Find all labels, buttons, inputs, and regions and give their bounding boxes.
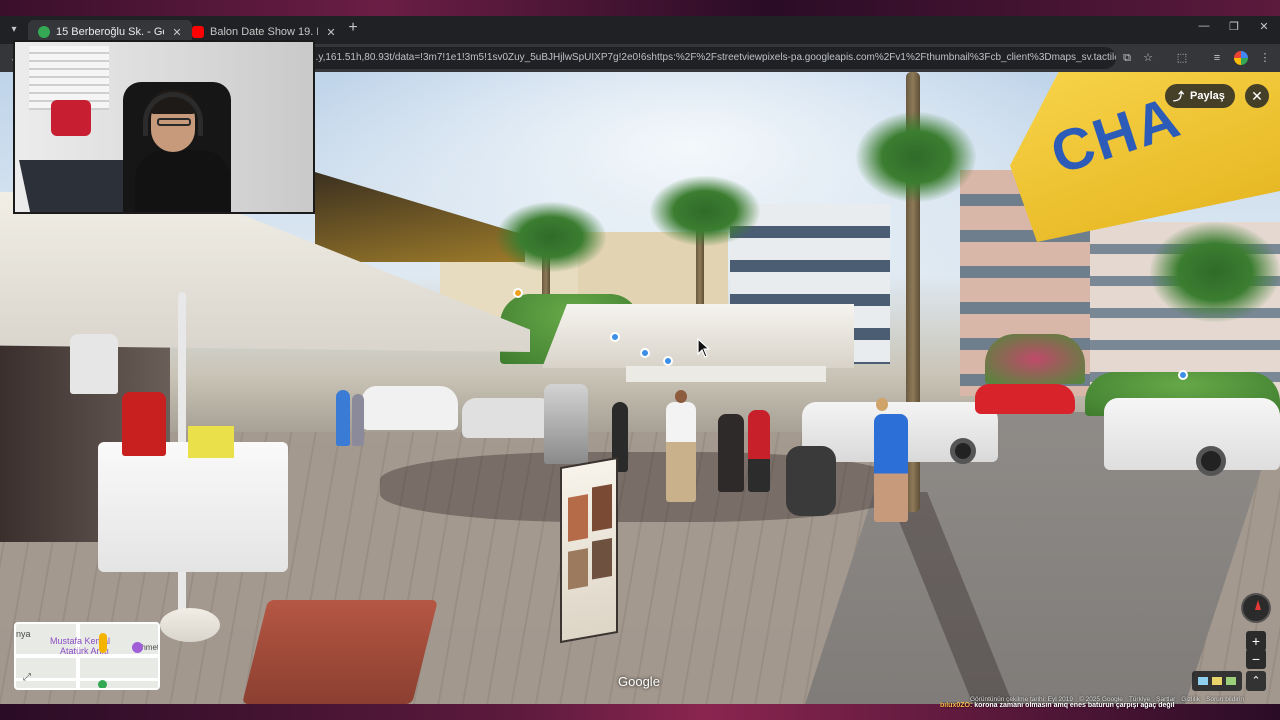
screen: ▾ 15 Berberoğlu Sk. - Google Haritalar ✕… [0,0,1280,720]
microphone [51,100,91,136]
streamer-webcam [13,40,315,214]
person [336,390,350,446]
white-tent [542,304,854,368]
palm-leaves [496,202,606,272]
layer-thumb-icon [1198,677,1208,685]
wheel [950,438,976,464]
share-label: Paylaş [1190,90,1225,102]
tab-search-chevron-icon[interactable]: ▾ [4,20,24,40]
mannequin [70,334,118,394]
install-app-icon[interactable]: ⧉ [1120,51,1134,65]
umbrella-base [160,608,220,642]
chat-message: korona zamanı olmasın amq enes baturun ç… [972,702,1175,709]
tab-close-icon[interactable]: ✕ [324,26,338,39]
stream-chat-ticker: bilux0ZO: korona zamanı olmasın amq enes… [940,702,1280,712]
person [748,410,770,492]
stream-frame-top [0,0,1280,16]
expand-chevron-up-icon[interactable]: ⌃ [1246,671,1266,691]
sign-photo [592,537,612,580]
layer-thumb-icon [1212,677,1222,685]
media-controls-icon[interactable]: ≡ [1210,51,1224,65]
map-layers-button[interactable] [1192,671,1242,691]
white-van [362,386,458,430]
new-tab-plus-icon[interactable]: + [344,19,362,37]
google-maps-favicon-icon [38,26,50,38]
panorama-link-dot[interactable] [610,332,620,342]
red-bench [242,600,438,704]
streamer-body [135,150,231,212]
place-marker-dot[interactable] [513,288,523,298]
sign-photo [592,483,612,532]
person-head [675,390,687,403]
car-red [975,384,1075,414]
yellow-box [188,426,234,458]
share-icon: ⤴ [1173,91,1184,103]
ice-cream-freezer [98,442,288,572]
share-button[interactable]: ⤴ Paylaş [1165,84,1235,108]
tent-valance [626,366,826,382]
bookmark-star-icon[interactable]: ☆ [1141,51,1155,65]
wheel [1196,446,1226,476]
red-display-figure [122,392,166,456]
hair-dresser-sign [560,456,618,644]
extensions-puzzle-icon[interactable]: ⬚ [1175,51,1189,65]
expand-map-icon[interactable]: ⤢ [20,672,34,686]
map-green-marker-icon [98,680,107,688]
glasses [157,118,191,126]
flower-bush [985,334,1085,384]
woman-blue-dress [874,414,908,522]
youtube-favicon-icon [192,26,204,38]
compass-icon[interactable] [1241,593,1271,623]
layer-thumb-icon [1226,677,1236,685]
minimize-icon[interactable]: — [1196,20,1212,32]
panorama-link-dot[interactable] [663,356,673,366]
map-label: nya [16,629,31,639]
panorama-link-dot[interactable] [640,348,650,358]
chat-username: bilux0ZO: [940,702,973,709]
address-bar[interactable]: ...y,161.51h,80.93t/data=!3m7!1e1!3m5!1s… [300,47,1116,69]
person [718,414,744,492]
google-logo: Google [618,674,660,689]
map-road [16,678,158,681]
tab-title: 15 Berberoğlu Sk. - Google Haritalar [56,26,164,38]
pegman-icon [99,633,107,653]
sign-photo [568,548,588,590]
browser-menu-icon[interactable]: ⋮ [1258,51,1272,65]
stroller [786,446,836,516]
profile-avatar[interactable] [1234,51,1248,65]
zoom-in-button[interactable]: + [1246,631,1266,651]
palm-leaves [650,176,760,246]
zoom-out-button[interactable]: − [1246,649,1266,669]
palm-leaves [856,112,976,202]
tab-title: Balon Date Show 19. Bölüm - YouTube [210,26,318,38]
palm-leaves [1150,222,1280,322]
kiosk-cabinet [544,384,588,464]
window-close-icon[interactable]: ✕ [1256,20,1272,33]
car-white-sedan [1104,398,1280,470]
person [352,394,364,446]
close-street-view-button[interactable]: ✕ [1245,84,1269,108]
maximize-icon[interactable]: ❐ [1226,20,1242,33]
person [666,402,696,502]
mini-map[interactable]: nya Mustafa Kemal Atatürk Anıtı Ahmet ⤢ [14,622,160,690]
map-poi-icon[interactable] [132,642,143,653]
panorama-link-dot[interactable] [1178,370,1188,380]
person-head [876,398,888,411]
sign-photo [568,494,588,542]
compass-needle [1255,600,1261,610]
